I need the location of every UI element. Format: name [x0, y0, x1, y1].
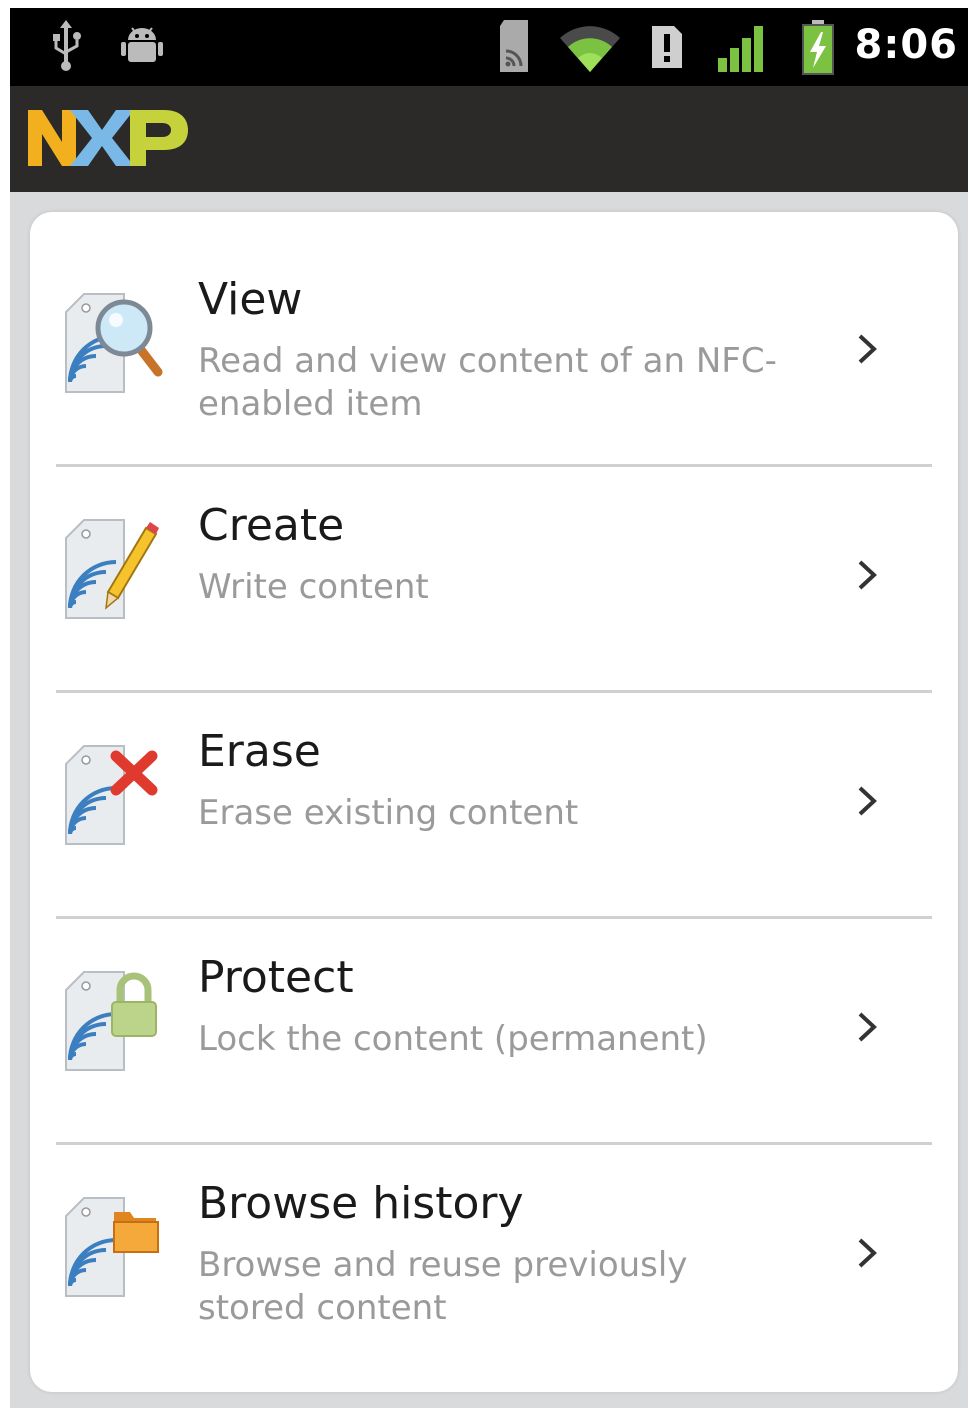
main-menu-card: View Read and view content of an NFC-ena… [30, 212, 958, 1392]
sd-card-nfc-icon [500, 20, 528, 72]
menu-item-protect[interactable]: Protect Lock the content (permanent) [30, 918, 958, 1144]
item-description: Write content [198, 567, 429, 607]
android-debug-icon [121, 27, 163, 62]
phone-screen: 8:06 View Read and view content of an NF… [10, 8, 968, 1408]
status-clock: 8:06 [854, 22, 958, 68]
tag-red-x-icon [65, 745, 158, 845]
item-description: Browse and reuse previously stored conte… [198, 1245, 688, 1328]
item-description: Read and view content of an NFC-enabled … [198, 341, 777, 424]
usb-icon [53, 20, 81, 71]
chevron-right-icon [858, 786, 877, 816]
tag-folder-icon [65, 1197, 159, 1297]
tag-lock-icon [65, 971, 157, 1071]
notification-icon [652, 26, 682, 68]
menu-item-view[interactable]: View Read and view content of an NFC-ena… [30, 240, 958, 466]
item-title: Protect [198, 952, 354, 1003]
chevron-right-icon [858, 1238, 877, 1268]
app-bar [10, 86, 968, 192]
item-description: Lock the content (permanent) [198, 1019, 708, 1059]
status-bar: 8:06 [10, 8, 968, 86]
tag-pencil-icon [65, 519, 159, 619]
item-title: Browse history [198, 1178, 524, 1229]
chevron-right-icon [858, 560, 877, 590]
item-title: View [198, 274, 303, 325]
menu-item-browse-history[interactable]: Browse history Browse and reuse previous… [30, 1144, 958, 1370]
wifi-icon [560, 26, 620, 72]
item-description: Erase existing content [198, 793, 579, 833]
nxp-logo [28, 110, 188, 166]
menu-item-erase[interactable]: Erase Erase existing content [30, 692, 958, 918]
signal-bars-icon [718, 26, 763, 72]
chevron-right-icon [858, 334, 877, 364]
menu-item-create[interactable]: Create Write content [30, 466, 958, 692]
chevron-right-icon [858, 1012, 877, 1042]
battery-charging-icon [802, 20, 834, 75]
tag-magnifier-icon [65, 293, 163, 393]
item-title: Erase [198, 726, 321, 777]
item-title: Create [198, 500, 345, 551]
